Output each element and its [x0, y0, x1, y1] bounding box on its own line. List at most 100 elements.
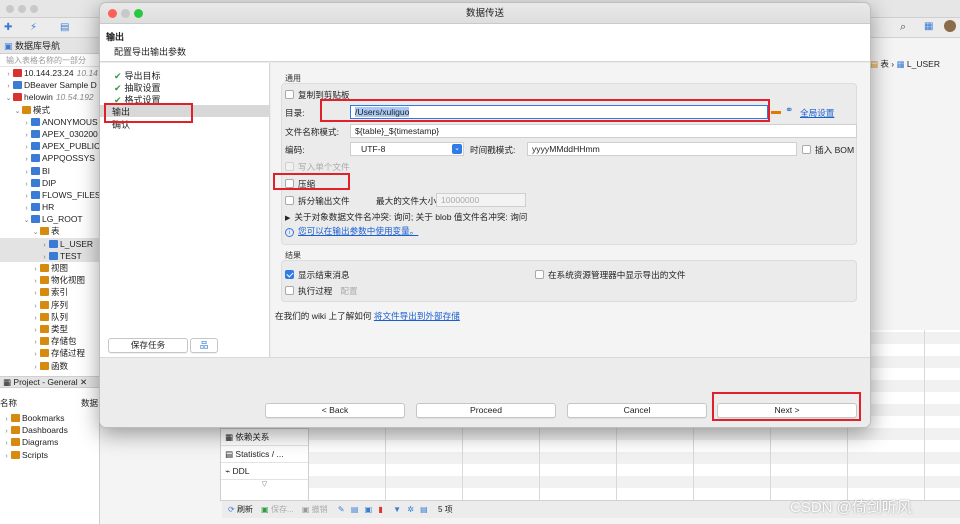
encoding-select[interactable]: UTF-8 ⌄	[350, 142, 464, 156]
cancel-icon[interactable]: ▣	[302, 505, 310, 514]
checkbox-label: 写入单个文件	[298, 162, 350, 172]
tree-item-label: TEST	[60, 250, 82, 261]
copy-row-icon[interactable]: ▣	[365, 505, 373, 514]
save-task-button[interactable]: 保存任务	[108, 338, 188, 353]
project-item[interactable]: › Bookmarks	[0, 412, 100, 424]
tree-item[interactable]: › 存储包	[0, 335, 99, 347]
edit-icon[interactable]: ✎	[338, 505, 345, 514]
chevron-right-icon[interactable]: ›	[31, 362, 40, 374]
dialog-close-button[interactable]	[108, 9, 117, 18]
delete-row-icon[interactable]: ▮	[378, 505, 382, 514]
tree-item[interactable]: › 存储过程	[0, 347, 99, 359]
project-item[interactable]: › Diagrams	[0, 436, 100, 448]
search-icon[interactable]: ⌕	[900, 21, 906, 34]
chevron-right-icon[interactable]: ›	[2, 451, 11, 463]
show-end-message-checkbox[interactable]: 显示结束消息	[285, 269, 350, 281]
split-output-checkbox[interactable]: 拆分输出文件	[285, 195, 350, 207]
project-item-label: Bookmarks	[22, 413, 65, 423]
tree-item[interactable]: › 序列	[0, 299, 99, 311]
tree-item[interactable]: ⌄ 模式	[0, 104, 99, 116]
avatar[interactable]	[944, 20, 956, 32]
execute-process-checkbox[interactable]: 执行过程 配置	[285, 285, 358, 297]
tree-item[interactable]: › 函数	[0, 360, 99, 372]
tree-item[interactable]: › 类型	[0, 323, 99, 335]
variables-link[interactable]: 您可以在输出参数中使用变量。	[298, 226, 418, 236]
tree-item[interactable]: ⌄ 表	[0, 225, 99, 237]
project-item[interactable]: › Dashboards	[0, 424, 100, 436]
timestamp-input[interactable]: yyyyMMddHHmm	[527, 142, 797, 156]
conflict-settings[interactable]: ▶ 关于对象数据文件名冲突: 询问; 关于 blob 值文件名冲突: 询问	[285, 211, 527, 223]
tree-item[interactable]: › DBeaver Sample D	[0, 79, 99, 91]
cancel-label[interactable]: 撤销	[312, 505, 328, 514]
configure-link: 配置	[340, 286, 358, 296]
tree-item[interactable]: › ANONYMOUS	[0, 116, 99, 128]
step-label: 导出目标	[124, 71, 161, 81]
dialog-zoom-button[interactable]	[134, 9, 143, 18]
result-group	[281, 260, 857, 302]
sql-editor-icon[interactable]: ▤	[60, 22, 69, 33]
breadcrumb-table[interactable]: 表	[880, 59, 889, 69]
ddl-tab[interactable]: ⌁ DDL	[221, 463, 308, 480]
project-tab[interactable]: ▦ Project - General ✕	[0, 376, 100, 388]
add-row-icon[interactable]: ▤	[351, 505, 359, 514]
highlight-next	[712, 392, 861, 421]
connect-icon[interactable]: ⚡	[30, 22, 37, 33]
close-icon[interactable]: ✕	[80, 377, 87, 387]
refresh-label[interactable]: 刷新	[237, 505, 253, 514]
new-connection-icon[interactable]: ✚	[4, 22, 12, 33]
back-button[interactable]: < Back	[265, 403, 405, 418]
export-icon[interactable]: ▤	[420, 505, 428, 514]
wiki-link[interactable]: 将文件导出到外部存储	[374, 311, 460, 321]
tree-item[interactable]: › 索引	[0, 286, 99, 298]
perspective-icon[interactable]: ▦	[924, 21, 933, 32]
save-icon[interactable]: ▣	[261, 505, 269, 514]
statistics-tab[interactable]: ▤ Statistics / ...	[221, 446, 308, 463]
tree-item-label: LG_ROOT	[42, 214, 83, 225]
gear-icon[interactable]: ✲	[407, 505, 414, 514]
filename-pattern-input[interactable]: ${table}_${timestamp}	[350, 124, 857, 138]
tree-item[interactable]: › 物化视图	[0, 274, 99, 286]
tree-item[interactable]: › HR	[0, 201, 99, 213]
filter-icon[interactable]: ▼	[393, 505, 401, 514]
save-label[interactable]: 保存...	[271, 505, 294, 514]
navigator-filter-input[interactable]: 输入表格名称的一部分	[0, 54, 99, 67]
chevron-down-icon[interactable]: ▽	[221, 480, 308, 488]
directory-label: 目录:	[285, 108, 305, 118]
schema-icon	[31, 154, 40, 163]
breadcrumb-item[interactable]: L_USER	[907, 59, 940, 69]
link-icon: ⚭	[785, 105, 794, 116]
cancel-button[interactable]: Cancel	[567, 403, 707, 418]
tree-item[interactable]: › FLOWS_FILES	[0, 189, 99, 201]
tree-item[interactable]: › DIP	[0, 177, 99, 189]
tree-item[interactable]: › 视图	[0, 262, 99, 274]
tree-item[interactable]: ⌄ LG_ROOT	[0, 213, 99, 225]
statistics-icon: ▤	[225, 449, 234, 459]
tree-item[interactable]: › APEX_030200	[0, 128, 99, 140]
tree-item[interactable]: › TEST	[0, 249, 99, 262]
task-config-button[interactable]: 品	[190, 338, 218, 353]
tree-item[interactable]: › BI	[0, 165, 99, 177]
tree-item[interactable]: › L_USER	[0, 237, 99, 250]
window-minimize-dot[interactable]	[18, 5, 26, 13]
page-title: 输出	[106, 32, 125, 42]
tree-item[interactable]: › APEX_PUBLIC	[0, 140, 99, 152]
window-zoom-dot[interactable]	[30, 5, 38, 13]
tree-item[interactable]: › 10.144.23.24 10.14	[0, 67, 99, 79]
insert-bom-checkbox[interactable]: 插入 BOM	[802, 144, 854, 156]
refresh-icon[interactable]: ⟳	[228, 505, 235, 514]
show-in-explorer-checkbox[interactable]: 在系统资源管理器中显示导出的文件	[535, 269, 686, 281]
proceed-button[interactable]: Proceed	[416, 403, 556, 418]
window-close-dot[interactable]	[6, 5, 14, 13]
dialog-minimize-button[interactable]	[121, 9, 130, 18]
global-settings-link[interactable]: 全局设置	[800, 107, 834, 119]
project-item[interactable]: › Scripts	[0, 449, 100, 461]
folder-icon	[11, 438, 20, 447]
folder-icon[interactable]: ▬	[771, 106, 781, 117]
tree-item[interactable]: › 队列	[0, 311, 99, 323]
checkbox-box	[285, 286, 294, 295]
tree-item[interactable]: › APPQOSSYS	[0, 152, 99, 164]
tree-item-label: 存储包	[51, 336, 77, 347]
dependencies-tab[interactable]: ▦ 依赖关系	[221, 429, 308, 446]
tree-item[interactable]: ⌄ helowin 10.54.192	[0, 91, 99, 103]
navigator-tab[interactable]: ▣ 数据库导航	[0, 38, 99, 54]
